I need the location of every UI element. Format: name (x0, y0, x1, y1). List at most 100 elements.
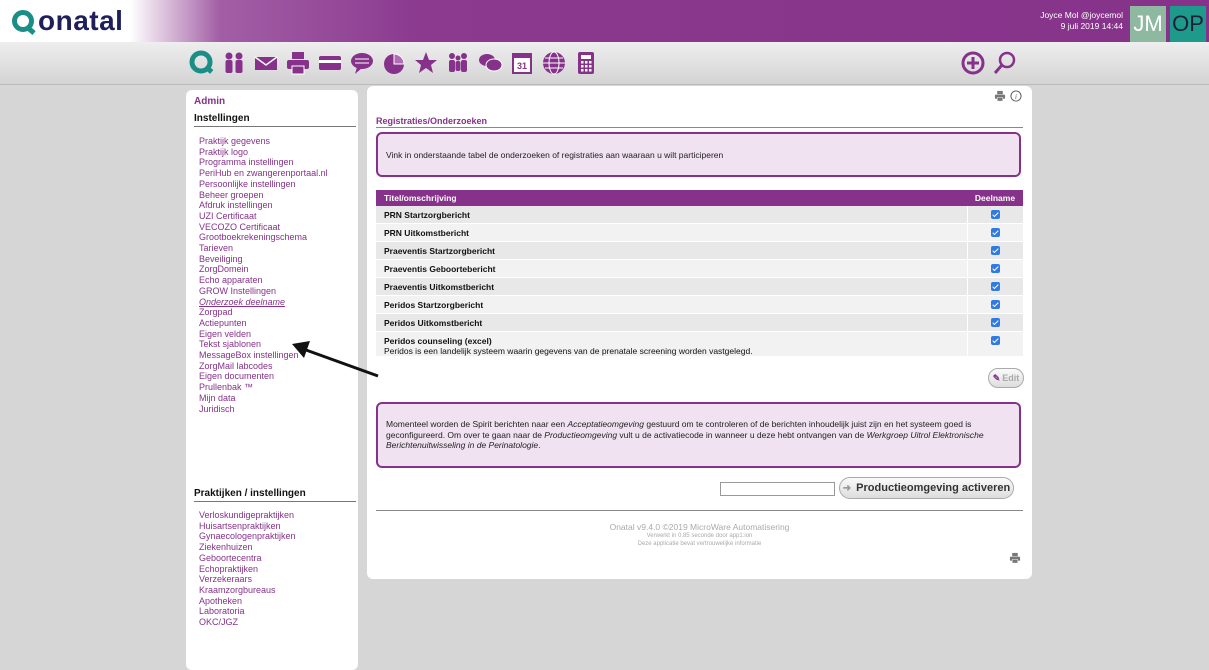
calendar-day: 31 (517, 61, 527, 71)
pie-chart-icon[interactable] (381, 50, 407, 76)
row-title: Peridos counseling (excel) (384, 336, 492, 346)
footer-print-icon[interactable] (1009, 551, 1021, 569)
sidebar-item-23[interactable]: Prullenbak ™ (199, 382, 328, 393)
sidebar-item-9[interactable]: Grootboekrekeningschema (199, 232, 328, 243)
row-title-cell: PRN Startzorgbericht (376, 206, 967, 223)
column-deelname-header: Deelname (974, 193, 1016, 203)
sidebar-item-20[interactable]: MessageBox instellingen (199, 350, 328, 361)
sidebar-practice-item-3[interactable]: Ziekenhuizen (199, 542, 296, 553)
deelname-checkbox[interactable] (991, 336, 1000, 345)
sidebar-practice-item-9[interactable]: Laboratoria (199, 606, 296, 617)
sidebar-practice-item-4[interactable]: Geboortecentra (199, 553, 296, 564)
table-header: Titel/omschrijving Deelname (376, 190, 1023, 206)
mail-icon[interactable] (253, 50, 279, 76)
row-deelname-cell (967, 296, 1023, 313)
sidebar-item-16[interactable]: Zorgpad (199, 307, 328, 318)
sidebar-item-8[interactable]: VECOZO Certificaat (199, 222, 328, 233)
table-body: PRN Startzorgbericht PRN Uitkomstbericht P… (376, 206, 1023, 357)
main-toolbar: 31 (0, 42, 1209, 85)
sidebar-section-instellingen: Instellingen (194, 113, 356, 127)
q-logo-icon (12, 10, 34, 32)
add-icon[interactable] (960, 50, 986, 76)
deelname-checkbox[interactable] (991, 282, 1000, 291)
row-title: Peridos Uitkomstbericht (384, 318, 483, 328)
sidebar-practice-item-1[interactable]: Huisartsenpraktijken (199, 521, 296, 532)
deelname-checkbox[interactable] (991, 246, 1000, 255)
people-icon[interactable] (221, 50, 247, 76)
sidebar-item-19[interactable]: Tekst sjablonen (199, 339, 328, 350)
sidebar-practice-item-6[interactable]: Verzekeraars (199, 574, 296, 585)
table-row: Peridos counseling (excel) Peridos is een… (376, 332, 1023, 357)
search-icon[interactable] (992, 50, 1018, 76)
sidebar-practice-item-10[interactable]: OKC/JGZ (199, 617, 296, 628)
sidebar-item-11[interactable]: Beveiliging (199, 254, 328, 265)
sidebar-item-5[interactable]: Beheer groepen (199, 190, 328, 201)
row-title: PRN Startzorgbericht (384, 210, 470, 220)
sidebar-item-13[interactable]: Echo apparaten (199, 275, 328, 286)
edit-button[interactable]: ✎ Edit (988, 368, 1024, 388)
calendar-icon[interactable]: 31 (509, 50, 535, 76)
column-title-header: Titel/omschrijving (384, 193, 457, 203)
sidebar-settings-list: Praktijk gegevens Praktijk logo Programma … (199, 136, 328, 414)
user-avatar[interactable]: JM (1130, 6, 1166, 42)
printer-icon[interactable] (285, 50, 311, 76)
calculator-icon[interactable] (573, 50, 599, 76)
sidebar-item-7[interactable]: UZI Certificaat (199, 211, 328, 222)
row-deelname-cell (967, 278, 1023, 295)
sidebar-item-6[interactable]: Afdruk instellingen (199, 200, 328, 211)
notice-em-1: Acceptatieomgeving (567, 419, 644, 429)
group-icon[interactable] (445, 50, 471, 76)
row-deelname-cell (967, 224, 1023, 241)
table-row: Praeventis Uitkomstbericht (376, 278, 1023, 296)
star-icon[interactable] (413, 50, 439, 76)
chat-bubble-icon[interactable] (349, 50, 375, 76)
user-name: Joyce Mol @joycemol (1040, 10, 1123, 20)
q-icon[interactable] (189, 50, 215, 76)
notice-em-2: Productieomgeving (544, 429, 618, 440)
sidebar-item-18[interactable]: Eigen velden (199, 329, 328, 340)
sidebar-item-2[interactable]: Programma instellingen (199, 157, 328, 168)
acceptance-notice: Momenteel worden de Spirit berichten naa… (376, 402, 1021, 468)
deelname-checkbox[interactable] (991, 300, 1000, 309)
page-title: Registraties/Onderzoeken (376, 116, 488, 126)
sidebar-item-15[interactable]: Onderzoek deelname (199, 297, 328, 308)
sidebar-item-24[interactable]: Mijn data (199, 393, 328, 404)
globe-icon[interactable] (541, 50, 567, 76)
deelname-checkbox[interactable] (991, 210, 1000, 219)
activate-production-button[interactable]: ➜ Productieomgeving activeren (839, 477, 1014, 499)
top-bar: onatal Joyce Mol @joycemol 9 juli 2019 1… (0, 0, 1209, 42)
sidebar-practice-item-5[interactable]: Echopraktijken (199, 564, 296, 575)
sidebar-practice-item-8[interactable]: Apotheken (199, 596, 296, 607)
chat-icon[interactable] (477, 50, 503, 76)
practice-avatar[interactable]: OP (1170, 6, 1206, 42)
edit-label: Edit (1002, 373, 1020, 383)
table-row: Peridos Startzorgbericht (376, 296, 1023, 314)
sidebar-item-1[interactable]: Praktijk logo (199, 147, 328, 158)
activation-code-input[interactable] (720, 482, 835, 496)
sidebar-item-0[interactable]: Praktijk gegevens (199, 136, 328, 147)
footer-timing: Verwerkt in 0.85 seconde door app1:ion (646, 533, 753, 539)
info-icon[interactable]: i (1010, 90, 1022, 102)
sidebar-item-22[interactable]: Eigen documenten (199, 371, 328, 382)
card-icon[interactable] (317, 50, 343, 76)
row-title-cell: Praeventis Geboortebericht (376, 260, 967, 277)
sidebar-item-17[interactable]: Actiepunten (199, 318, 328, 329)
notice-text-4: . (538, 440, 541, 450)
row-title: Praeventis Uitkomstbericht (384, 282, 495, 292)
onatal-logo[interactable]: onatal (12, 4, 123, 38)
deelname-checkbox[interactable] (991, 264, 1000, 273)
sidebar-item-12[interactable]: ZorgDomein (199, 264, 328, 275)
deelname-checkbox[interactable] (991, 228, 1000, 237)
sidebar-practice-item-7[interactable]: Kraamzorgbureaus (199, 585, 296, 596)
sidebar-item-25[interactable]: Juridisch (199, 404, 328, 415)
sidebar-item-4[interactable]: Persoonlijke instellingen (199, 179, 328, 190)
sidebar-practice-item-2[interactable]: Gynaecologenpraktijken (199, 531, 296, 542)
sidebar-item-10[interactable]: Tarieven (199, 243, 328, 254)
print-icon[interactable] (994, 90, 1006, 102)
sidebar-item-21[interactable]: ZorgMail labcodes (199, 361, 328, 372)
deelname-checkbox[interactable] (991, 318, 1000, 327)
sidebar-practice-item-0[interactable]: Verloskundigepraktijken (199, 510, 296, 521)
row-title-cell: Praeventis Startzorgbericht (376, 242, 967, 259)
sidebar-item-3[interactable]: PeriHub en zwangerenportaal.nl (199, 168, 328, 179)
sidebar-item-14[interactable]: GROW Instellingen (199, 286, 328, 297)
